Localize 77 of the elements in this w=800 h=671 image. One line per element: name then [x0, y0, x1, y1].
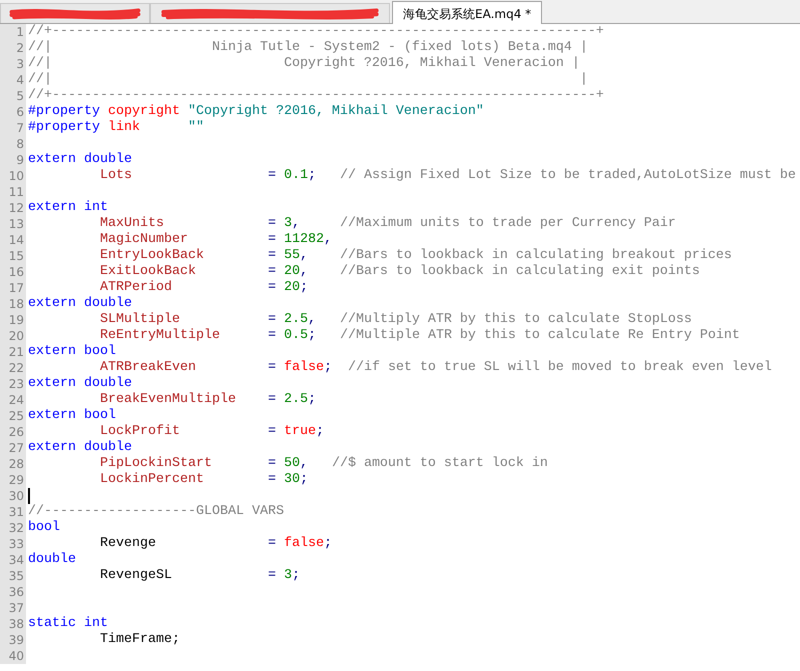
- line-number: 23: [8, 377, 24, 391]
- line-number: 1: [16, 25, 24, 39]
- line-number: 32: [8, 521, 24, 535]
- line-number: 3: [16, 57, 24, 71]
- code-line: #property copyright "Copyright ?2016, Mikhail Veneracion": [28, 104, 484, 120]
- code-line: ReEntryMultiple = 0.5; //Multiple ATR by this to calculate Re Entry Point: [98, 328, 740, 344]
- code-line: TimeFrame;: [98, 632, 180, 648]
- code-line: extern bool: [28, 408, 116, 424]
- code-line: MaxUnits = 3, //Maximum units to trade per Currency Pair: [98, 216, 676, 232]
- line-number: 14: [8, 233, 24, 247]
- code-line: extern int: [28, 200, 108, 216]
- code-line: EntryLookBack = 55, //Bars to lookback in calculating breakout prices: [98, 248, 732, 264]
- code-line: extern double: [28, 152, 132, 168]
- line-number: 37: [8, 601, 24, 615]
- line-number: 25: [8, 409, 24, 423]
- file-tab[interactable]: 海龟交易系统EA.mq4 *: [392, 1, 542, 24]
- line-number: 38: [8, 617, 24, 631]
- line-number: 7: [16, 121, 24, 135]
- line-number: 19: [8, 313, 24, 327]
- code-line: //+--------------------------------------------------------------------+: [28, 24, 604, 40]
- line-number: 27: [8, 441, 24, 455]
- line-number: 31: [8, 505, 24, 519]
- code-line: ATRPeriod = 20;: [98, 280, 308, 296]
- line-number: 39: [8, 633, 24, 647]
- line-number: 11: [8, 185, 24, 199]
- code-line: extern double: [28, 376, 132, 392]
- line-number: 10: [8, 169, 24, 183]
- code-line: MagicNumber = 11282,: [98, 232, 332, 248]
- code-line: Lots = 0.1; // Assign Fixed Lot Size to be traded,AutoLotSize must be: [98, 168, 796, 184]
- line-number: 21: [8, 345, 24, 359]
- line-number: 17: [8, 281, 24, 295]
- file-tab[interactable]: [150, 3, 390, 23]
- code-line: extern double: [28, 440, 132, 456]
- line-number: 8: [16, 137, 24, 151]
- code-line: //| Ninja Tutle - System2 - (fixed lots) Beta.mq4 |: [28, 40, 588, 56]
- line-number: 13: [8, 217, 24, 231]
- code-line: static int: [28, 616, 108, 632]
- line-number: 34: [8, 553, 24, 567]
- code-line: ATRBreakEven = false; //if set to true SL will be moved to break even level: [98, 360, 772, 376]
- line-number: 30: [8, 489, 24, 503]
- line-number: 24: [8, 393, 24, 407]
- code-line: SLMultiple = 2.5, //Multiply ATR by this to calculate StopLoss: [98, 312, 692, 328]
- code-line: //+--------------------------------------------------------------------+: [28, 88, 604, 104]
- line-number: 2: [16, 41, 24, 55]
- line-number: 20: [8, 329, 24, 343]
- line-number: 16: [8, 265, 24, 279]
- line-number: 15: [8, 249, 24, 263]
- code-line: LockProfit = true;: [98, 424, 324, 440]
- code-line: RevengeSL = 3;: [98, 568, 300, 584]
- file-tab[interactable]: [0, 3, 150, 23]
- line-number: 22: [8, 361, 24, 375]
- line-number: 26: [8, 425, 24, 439]
- line-number: 18: [8, 297, 24, 311]
- line-number: 4: [16, 73, 24, 87]
- line-number: 12: [8, 201, 24, 215]
- line-number: 35: [8, 569, 24, 583]
- line-number: 9: [16, 153, 24, 167]
- code-line: LockinPercent = 30;: [98, 472, 308, 488]
- code-line: BreakEvenMultiple = 2.5;: [98, 392, 316, 408]
- line-number: 40: [8, 649, 24, 663]
- code-line: #property link "": [28, 120, 204, 136]
- code-line: //| |: [28, 72, 588, 88]
- line-number: 36: [8, 585, 24, 599]
- code-line: bool: [28, 520, 60, 536]
- line-number: 29: [8, 473, 24, 487]
- line-number: 33: [8, 537, 24, 551]
- line-number: 28: [8, 457, 24, 471]
- line-number: 6: [16, 105, 24, 119]
- code-line: PipLockinStart = 50, //$ amount to start lock in: [98, 456, 548, 472]
- code-line: double: [28, 552, 76, 568]
- code-line: extern bool: [28, 344, 116, 360]
- line-number: 5: [16, 89, 24, 103]
- code-line: //-------------------GLOBAL VARS: [28, 504, 284, 520]
- code-line: //| Copyright ?2016, Mikhail Veneracion |: [28, 56, 580, 72]
- code-line: ExitLookBack = 20, //Bars to lookback in calculating exit points: [98, 264, 700, 280]
- code-line: extern double: [28, 296, 132, 312]
- code-line: Revenge = false;: [98, 536, 332, 552]
